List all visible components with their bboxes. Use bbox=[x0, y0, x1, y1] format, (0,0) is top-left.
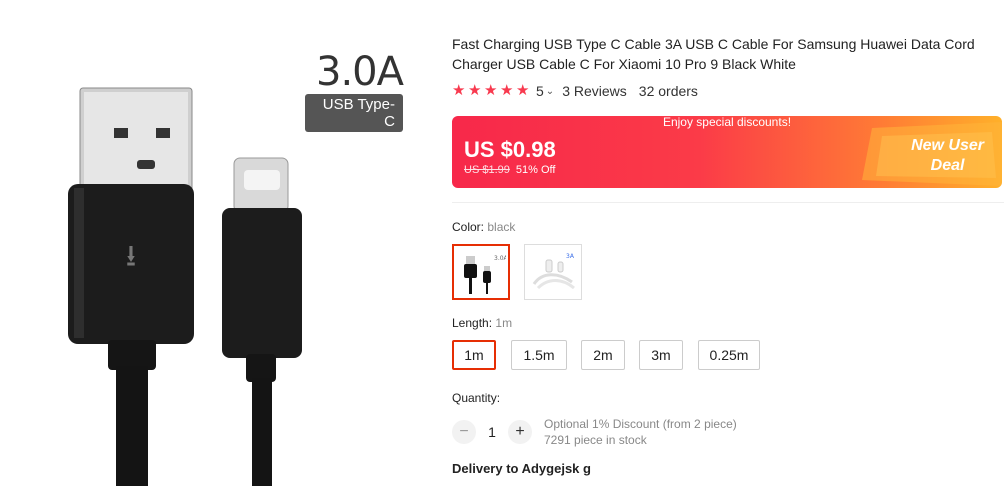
star-icon: ★ bbox=[452, 82, 466, 99]
white-cable-thumbnail: 3A bbox=[532, 253, 575, 290]
color-selected-value: black bbox=[487, 220, 516, 234]
length-label: Length: 1m bbox=[452, 316, 513, 330]
svg-text:⭳: ⭳ bbox=[126, 239, 137, 274]
rating-value[interactable]: 5 bbox=[536, 83, 544, 99]
connector-type-label: USB Type-C bbox=[305, 94, 403, 132]
star-icon: ★ bbox=[516, 82, 530, 99]
product-image[interactable]: ⭳ 3.0A USB Type-C bbox=[0, 0, 430, 486]
quantity-decrease-button[interactable]: − bbox=[452, 420, 476, 444]
chevron-down-icon[interactable]: ⌄ bbox=[546, 86, 554, 97]
stock-count: 7291 piece in stock bbox=[544, 433, 647, 447]
quantity-stepper: − 1 + Optional 1% Discount (from 2 piece… bbox=[452, 416, 737, 448]
quantity-increase-button[interactable]: + bbox=[508, 420, 532, 444]
delivery-destination[interactable]: Delivery to Adygejsk g bbox=[452, 461, 591, 476]
color-option-black[interactable]: 3.0A bbox=[452, 244, 510, 300]
original-price: US $1.99 bbox=[464, 164, 510, 176]
length-option-3m[interactable]: 3m bbox=[639, 340, 683, 370]
current-price: US $0.98 bbox=[464, 137, 556, 162]
original-price-row: US $1.99 51% Off bbox=[464, 164, 555, 176]
length-option-1m[interactable]: 1m bbox=[452, 340, 496, 370]
svg-text:3A: 3A bbox=[566, 253, 575, 260]
length-option-0-25m[interactable]: 0.25m bbox=[698, 340, 760, 370]
star-icon: ★ bbox=[500, 82, 514, 99]
product-details: Fast Charging USB Type C Cable 3A USB C … bbox=[452, 0, 1004, 486]
rating-row: ★ ★ ★ ★ ★ 5 ⌄ 3 Reviews 32 orders bbox=[452, 82, 698, 100]
star-icon: ★ bbox=[468, 82, 482, 99]
quantity-value[interactable]: 1 bbox=[476, 424, 508, 440]
star-icon: ★ bbox=[484, 82, 498, 99]
color-option-white[interactable]: 3A bbox=[524, 244, 582, 300]
spec-badge: 3.0A USB Type-C bbox=[305, 49, 404, 132]
length-option-2m[interactable]: 2m bbox=[581, 340, 625, 370]
discount-percent: 51% Off bbox=[515, 164, 556, 176]
quantity-label: Quantity: bbox=[452, 391, 501, 405]
divider bbox=[452, 202, 1004, 203]
svg-text:3.0A: 3.0A bbox=[494, 255, 506, 262]
length-selected-value: 1m bbox=[495, 316, 513, 330]
reviews-link[interactable]: 3 Reviews bbox=[562, 83, 627, 99]
length-option-1-5m[interactable]: 1.5m bbox=[511, 340, 567, 370]
orders-count: 32 orders bbox=[638, 83, 698, 99]
amperage-label: 3.0A bbox=[316, 49, 404, 95]
color-label: Color: black bbox=[452, 220, 516, 234]
bulk-discount-note: Optional 1% Discount (from 2 piece) bbox=[544, 417, 737, 431]
star-rating: ★ ★ ★ ★ ★ bbox=[452, 82, 530, 99]
price-banner: Enjoy special discounts! US $0.98 US $1.… bbox=[452, 116, 1002, 188]
quantity-info: Optional 1% Discount (from 2 piece) 7291… bbox=[544, 416, 737, 448]
new-user-deal-badge[interactable]: New User Deal bbox=[911, 136, 984, 176]
product-title: Fast Charging USB Type C Cable 3A USB C … bbox=[452, 36, 975, 72]
black-cable-thumbnail: 3.0A bbox=[464, 255, 506, 294]
